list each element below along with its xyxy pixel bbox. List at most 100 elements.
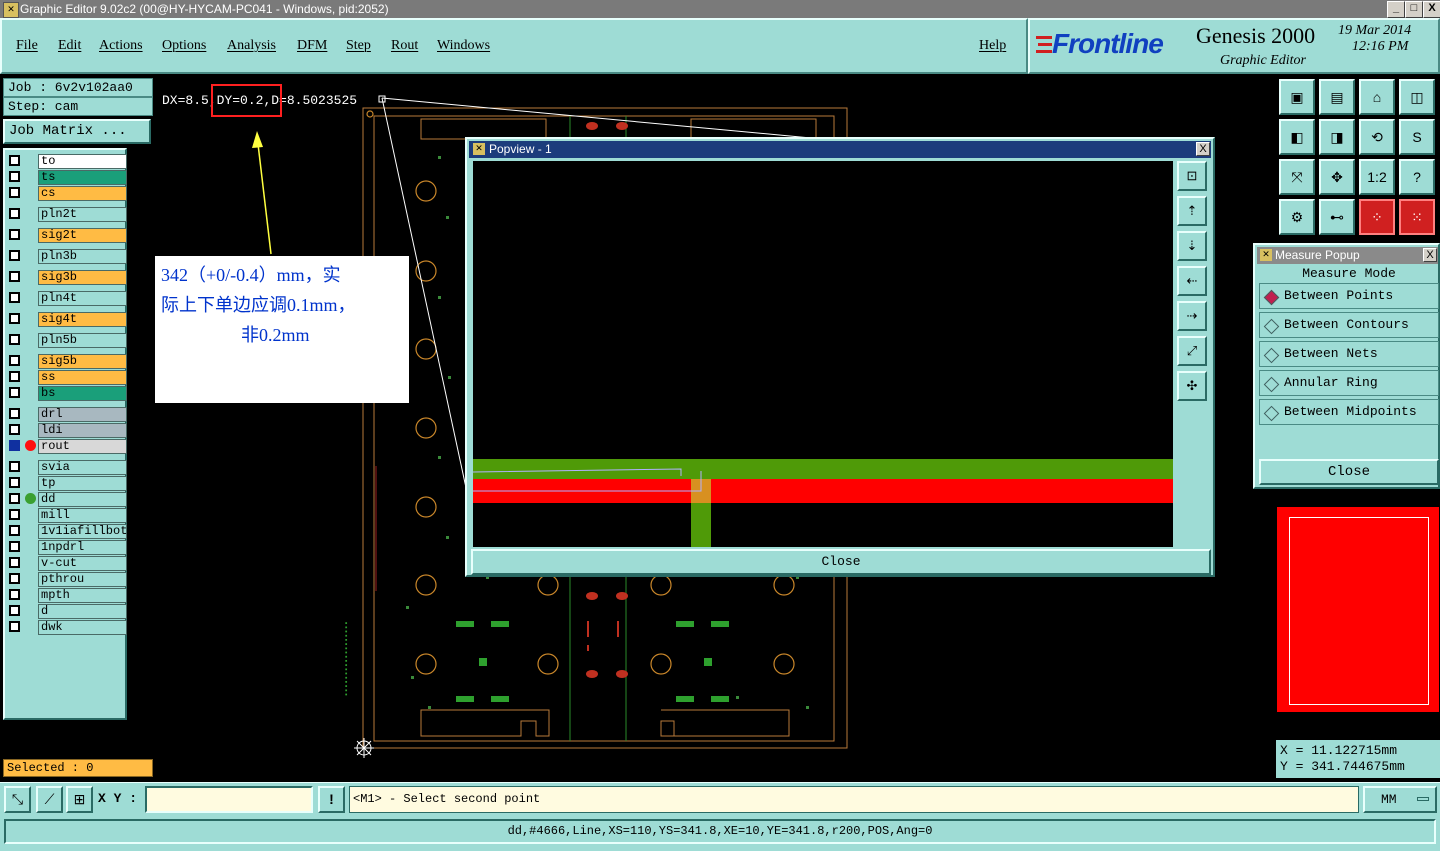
layer-name[interactable]: sig3b xyxy=(38,270,127,285)
layer-row[interactable]: ts xyxy=(5,170,127,185)
layer-row[interactable]: pln3b xyxy=(5,249,127,264)
layer-row[interactable]: pln4t xyxy=(5,291,127,306)
layer-name[interactable]: sig5b xyxy=(38,354,127,369)
rotate-icon[interactable]: ⟲ xyxy=(1359,119,1395,155)
layer-checkbox[interactable] xyxy=(9,557,20,568)
layer-name[interactable]: mill xyxy=(38,508,127,523)
layer-row[interactable]: ss xyxy=(5,370,127,385)
layer-row[interactable]: dd xyxy=(5,492,127,507)
layer-checkbox[interactable] xyxy=(9,187,20,198)
measure-close-button[interactable]: Close xyxy=(1259,459,1439,485)
measure-option[interactable]: Annular Ring xyxy=(1259,370,1439,396)
layer-name[interactable]: ldi xyxy=(38,423,127,438)
layer-row[interactable]: svia xyxy=(5,460,127,475)
measure-icon[interactable]: ⊷ xyxy=(1319,199,1355,235)
layer-checkbox[interactable] xyxy=(9,440,20,451)
xy-input[interactable] xyxy=(145,786,313,813)
pan-down-icon[interactable]: ⇣ xyxy=(1177,231,1207,261)
layers-icon[interactable]: ⁘ xyxy=(1359,199,1395,235)
layer-checkbox[interactable] xyxy=(9,313,20,324)
measure-close-x[interactable]: X xyxy=(1423,248,1437,262)
layer-checkbox[interactable] xyxy=(9,250,20,261)
layer-row[interactable]: v-cut xyxy=(5,556,127,571)
layer-checkbox[interactable] xyxy=(9,334,20,345)
layer-checkbox[interactable] xyxy=(9,493,20,504)
layer-name[interactable]: pln4t xyxy=(38,291,127,306)
layer-name[interactable]: v-cut xyxy=(38,556,127,571)
zoom-in-icon[interactable]: ⤢ xyxy=(1177,336,1207,366)
layer-name[interactable]: d xyxy=(38,604,127,619)
layer-row[interactable]: 1v1iafillbot xyxy=(5,524,127,539)
pan-up-icon[interactable]: ⇡ xyxy=(1177,196,1207,226)
layer-name[interactable]: drl xyxy=(38,407,127,422)
layer-name[interactable]: rout xyxy=(38,439,127,454)
layer-row[interactable]: rout xyxy=(5,439,127,454)
layer-checkbox[interactable] xyxy=(9,605,20,616)
popview-canvas[interactable] xyxy=(473,161,1173,547)
layer-row[interactable]: sig5b xyxy=(5,354,127,369)
overview-map[interactable] xyxy=(1277,507,1439,712)
layer-row[interactable]: bs xyxy=(5,386,127,401)
layer-name[interactable]: 1npdrl xyxy=(38,540,127,555)
layer-checkbox[interactable] xyxy=(9,271,20,282)
center-icon[interactable]: ✥ xyxy=(1319,159,1355,195)
layer-checkbox[interactable] xyxy=(9,509,20,520)
layer-name[interactable]: cs xyxy=(38,186,127,201)
units-select[interactable]: MM xyxy=(1363,786,1437,813)
snap-icon[interactable]: S xyxy=(1399,119,1435,155)
popview-close-button[interactable]: Close xyxy=(471,549,1211,575)
layer-checkbox[interactable] xyxy=(9,461,20,472)
layer-checkbox[interactable] xyxy=(9,589,20,600)
zoom-out-icon[interactable]: ✣ xyxy=(1177,371,1207,401)
layer-row[interactable]: sig4t xyxy=(5,312,127,327)
layer-name[interactable]: pln2t xyxy=(38,207,127,222)
layer-row[interactable]: ldi xyxy=(5,423,127,438)
layer-checkbox[interactable] xyxy=(9,371,20,382)
net-icon[interactable]: ⁙ xyxy=(1399,199,1435,235)
zoom-out-icon[interactable]: ▤ xyxy=(1319,79,1355,115)
zoom-home-icon[interactable]: ⊡ xyxy=(1177,161,1207,191)
layer-checkbox[interactable] xyxy=(9,387,20,398)
layer-row[interactable]: dwk xyxy=(5,620,127,635)
menu-analysis[interactable]: Analysis xyxy=(227,38,276,54)
measure-option[interactable]: Between Points xyxy=(1259,283,1439,309)
layer-row[interactable]: pthrou xyxy=(5,572,127,587)
pan-left-icon[interactable]: ◧ xyxy=(1279,119,1315,155)
layer-name[interactable]: to xyxy=(38,154,127,169)
pan-right-icon[interactable]: ◨ xyxy=(1319,119,1355,155)
layer-row[interactable]: sig3b xyxy=(5,270,127,285)
menu-actions[interactable]: Actions xyxy=(99,38,143,54)
layer-row[interactable]: mill xyxy=(5,508,127,523)
layer-checkbox[interactable] xyxy=(9,229,20,240)
zoom-box-icon[interactable]: ⤡ xyxy=(4,786,31,813)
ratio-icon[interactable]: 1:2 xyxy=(1359,159,1395,195)
home-icon[interactable]: ⌂ xyxy=(1359,79,1395,115)
menu-file[interactable]: File xyxy=(16,38,38,54)
menu-dfm[interactable]: DFM xyxy=(297,38,327,54)
help-icon[interactable]: ? xyxy=(1399,159,1435,195)
zoom-fit-icon[interactable]: ▣ xyxy=(1279,79,1315,115)
layer-row[interactable]: pln5b xyxy=(5,333,127,348)
menu-edit[interactable]: Edit xyxy=(58,38,81,54)
layer-name[interactable]: sig2t xyxy=(38,228,127,243)
layer-name[interactable]: ss xyxy=(38,370,127,385)
layer-checkbox[interactable] xyxy=(9,424,20,435)
menu-rout[interactable]: Rout xyxy=(391,38,418,54)
layer-checkbox[interactable] xyxy=(9,355,20,366)
layer-checkbox[interactable] xyxy=(9,155,20,166)
layer-checkbox[interactable] xyxy=(9,621,20,632)
layer-name[interactable]: 1v1iafillbot xyxy=(38,524,127,539)
menu-step[interactable]: Step xyxy=(346,38,371,54)
layer-row[interactable]: 1npdrl xyxy=(5,540,127,555)
layer-row[interactable]: to xyxy=(5,154,127,169)
layer-name[interactable]: tp xyxy=(38,476,127,491)
grid-icon[interactable]: ⊞ xyxy=(66,786,93,813)
layer-name[interactable]: dd xyxy=(38,492,127,507)
layer-name[interactable]: ts xyxy=(38,170,127,185)
layer-name[interactable]: mpth xyxy=(38,588,127,603)
measure-option[interactable]: Between Nets xyxy=(1259,341,1439,367)
close-window-button[interactable]: X xyxy=(1423,1,1440,18)
layer-row[interactable]: cs xyxy=(5,186,127,201)
pan-right-icon[interactable]: ⇢ xyxy=(1177,301,1207,331)
layer-checkbox[interactable] xyxy=(9,171,20,182)
